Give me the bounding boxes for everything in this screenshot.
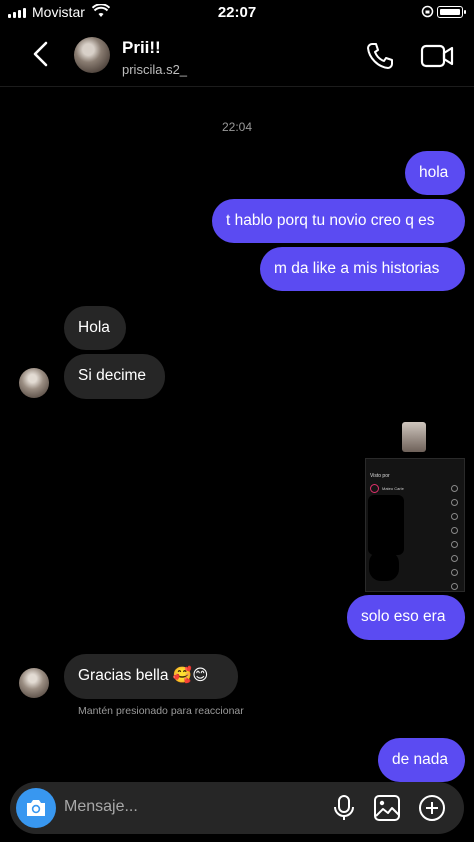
reaction-hint: Mantén presionado para reaccionar (78, 705, 244, 717)
scribble-redaction (369, 551, 399, 581)
message-outgoing[interactable]: solo eso era (347, 595, 465, 640)
viewer-status-dot (451, 541, 458, 548)
viewers-title: Visto por (370, 473, 390, 479)
viewer-avatar (370, 484, 379, 493)
message-outgoing[interactable]: de nada (378, 738, 465, 782)
contact-avatar-small (19, 368, 49, 398)
phone-call-icon[interactable] (365, 41, 395, 71)
viewer-status-dot (451, 527, 458, 534)
shared-image[interactable]: Visto por Mateo Carle (365, 420, 465, 592)
camera-button[interactable] (16, 788, 56, 828)
viewer-status-dot (451, 583, 458, 590)
message-outgoing[interactable]: t hablo porq tu novio creo q es (212, 199, 465, 243)
message-incoming[interactable]: Si decime (64, 354, 165, 399)
gallery-icon[interactable] (373, 794, 401, 822)
viewer-status-dot (451, 499, 458, 506)
video-call-icon[interactable] (420, 43, 454, 69)
viewer-status-dot (451, 569, 458, 576)
message-input[interactable]: Mensaje... (64, 798, 138, 816)
viewer-status-dot (451, 513, 458, 520)
contact-avatar-small (19, 668, 49, 698)
camera-icon (27, 800, 45, 816)
status-bar: Movistar 22:07 (0, 0, 474, 26)
microphone-icon[interactable] (332, 794, 356, 822)
back-arrow-icon[interactable] (28, 38, 54, 70)
battery-icon (437, 6, 466, 18)
message-outgoing[interactable]: m da like a mis historias (260, 247, 465, 291)
message-composer: Mensaje... (10, 782, 464, 834)
contact-username[interactable]: priscila.s2_ (122, 62, 187, 77)
chat-header: Prii!! priscila.s2_ (0, 26, 474, 87)
scribble-redaction (368, 495, 404, 555)
story-thumbnail (402, 422, 426, 452)
viewer-status-dot (451, 555, 458, 562)
add-content-icon[interactable] (418, 794, 446, 822)
rotation-lock-icon (421, 5, 434, 18)
chat-timestamp: 22:04 (221, 120, 253, 134)
viewer-name: Mateo Carle (382, 486, 404, 491)
contact-name[interactable]: Prii!! (122, 38, 161, 58)
message-incoming[interactable]: Hola (64, 306, 126, 350)
message-outgoing[interactable]: hola (405, 151, 465, 195)
message-incoming[interactable]: Gracias bella 🥰😊 (64, 654, 238, 699)
viewer-status-dot (451, 485, 458, 492)
story-viewers-screenshot: Visto por Mateo Carle (365, 458, 465, 592)
clock: 22:07 (217, 4, 257, 21)
contact-avatar[interactable] (74, 37, 110, 73)
